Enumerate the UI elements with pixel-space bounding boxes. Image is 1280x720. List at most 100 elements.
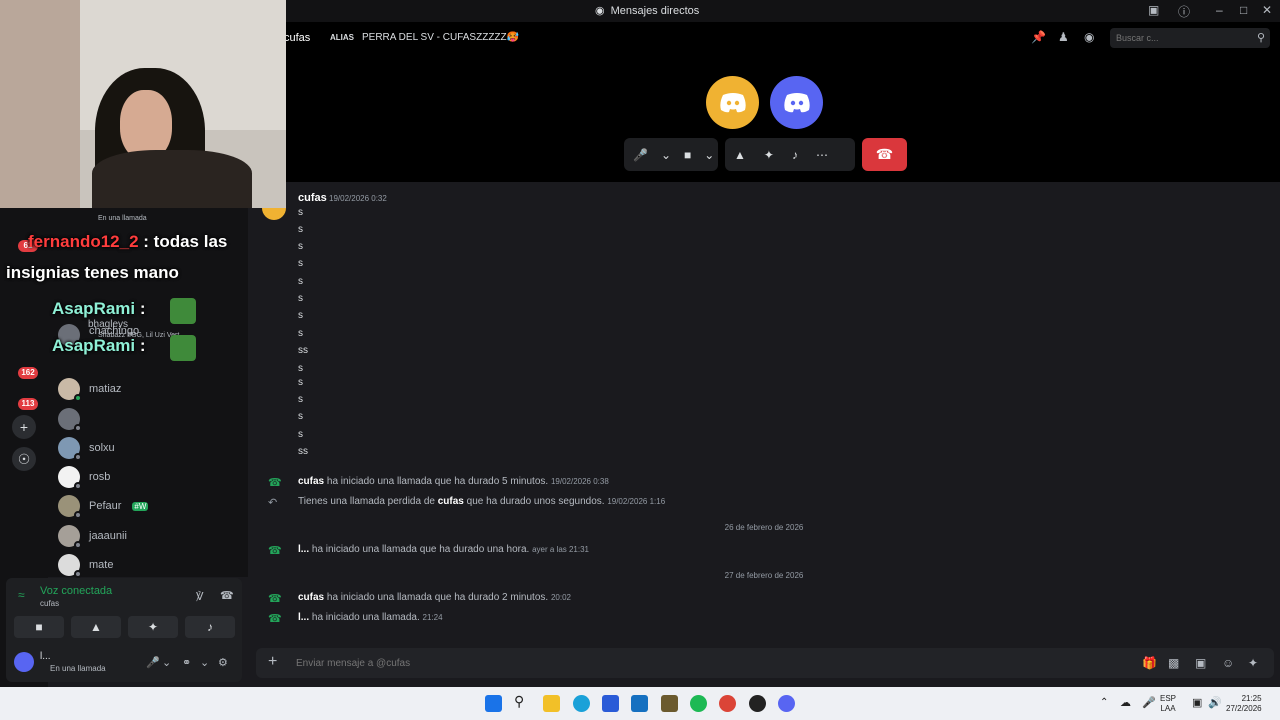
noise-icon[interactable]: ℣: [196, 590, 204, 603]
activities-icon[interactable]: ✦: [755, 148, 783, 162]
settings-gear-icon[interactable]: ⚙: [218, 656, 228, 669]
inbox-icon[interactable]: ▣: [1148, 3, 1159, 17]
camera-off-button[interactable]: ■: [14, 616, 64, 638]
gift-icon[interactable]: 🎁: [1142, 656, 1157, 670]
call-participant-avatar[interactable]: [770, 76, 823, 129]
chat-message-continued: insignias tenes mano: [6, 263, 179, 282]
call-event: cufas ha iniciado una llamada que ha dur…: [298, 592, 571, 603]
search-icon: ⚲: [1256, 32, 1265, 44]
store-icon[interactable]: [602, 695, 619, 712]
call-event: l... ha iniciado una llamada. 21:24: [298, 612, 443, 623]
dm-name: Pefaur: [89, 500, 122, 512]
file-explorer-icon[interactable]: [543, 695, 560, 712]
display-icon[interactable]: ▣: [1192, 696, 1202, 709]
headphones-icon[interactable]: ⚭: [182, 656, 191, 669]
user-avatar[interactable]: [14, 652, 34, 672]
av-controls: 🎤 ⌄ ■ ⌄: [624, 138, 718, 171]
call-icon: ☎: [268, 613, 282, 625]
chevron-up-icon[interactable]: ⌃: [1100, 697, 1108, 708]
chrome-icon[interactable]: [719, 695, 736, 712]
message-line: s: [298, 411, 303, 422]
apps-icon[interactable]: ✦: [1248, 656, 1258, 670]
voice-panel: ≈ Voz conectada cufas ℣ ☎ ■ ▲ ✦ ♪ l... E…: [6, 578, 242, 682]
chevron-down-icon[interactable]: ⌄: [162, 656, 171, 669]
dm-item[interactable]: rosb: [58, 464, 238, 490]
discover-icon[interactable]: ☉: [12, 447, 36, 471]
microphone-icon[interactable]: 🎤: [146, 656, 160, 669]
room-wall: [0, 0, 80, 208]
dm-item[interactable]: Pefaur #W: [58, 493, 238, 519]
pin-icon[interactable]: 📌: [1031, 30, 1046, 44]
dm-item[interactable]: mate: [58, 552, 238, 578]
hang-up-button[interactable]: ☎: [862, 138, 907, 171]
more-icon[interactable]: ⋯: [807, 148, 837, 162]
outlook-icon[interactable]: [631, 695, 648, 712]
microphone-icon[interactable]: 🎤: [624, 148, 657, 162]
stream-chat-overlay: fernando12_2 : todas las insignias tenes…: [0, 205, 280, 365]
add-attachment-icon[interactable]: +: [268, 653, 277, 671]
call-participant-avatar[interactable]: [706, 76, 759, 129]
user-name: l...: [40, 651, 51, 662]
avatar: [58, 466, 82, 490]
chevron-down-icon[interactable]: ⌄: [657, 148, 675, 162]
minimize-button[interactable]: –: [1216, 3, 1223, 17]
profile-icon[interactable]: ◉: [1084, 30, 1094, 44]
dm-name: solxu: [89, 442, 115, 454]
dm-item[interactable]: [58, 406, 238, 432]
camera-off-icon[interactable]: ■: [675, 148, 700, 162]
edge-icon[interactable]: [573, 695, 590, 712]
message-line: s: [298, 394, 303, 405]
search-input[interactable]: [1110, 28, 1240, 48]
game-app-icon[interactable]: [661, 695, 678, 712]
chat-message: AsapRami :: [52, 299, 146, 318]
disconnect-icon[interactable]: ☎: [220, 589, 234, 602]
date-divider: 26 de febrero de 2026: [724, 523, 804, 532]
dm-header-name: cufas: [284, 32, 311, 44]
message-input[interactable]: [296, 653, 996, 673]
language-indicator[interactable]: ESP LAA: [1160, 694, 1176, 714]
emoji-icon[interactable]: ☺: [1222, 656, 1234, 670]
call-actions: ▲ ✦ ♪ ⋯: [725, 138, 855, 171]
gif-icon[interactable]: ▩: [1168, 656, 1179, 670]
message-line: s: [298, 377, 303, 388]
webcam-overlay: [0, 0, 286, 208]
activities-button[interactable]: ✦: [128, 616, 178, 638]
dm-item[interactable]: matiaz: [58, 376, 238, 402]
spotify-icon[interactable]: [690, 695, 707, 712]
dm-item[interactable]: solxu: [58, 435, 238, 461]
sticker-icon[interactable]: ▣: [1195, 656, 1206, 670]
close-button[interactable]: ✕: [1262, 3, 1272, 17]
chevron-down-icon[interactable]: ⌄: [200, 656, 209, 669]
dm-name: matiaz: [89, 383, 122, 395]
soundboard-icon[interactable]: ♪: [783, 148, 807, 162]
message-line: ss: [298, 345, 308, 356]
window-title: ◉ Mensajes directos: [595, 4, 699, 18]
message-author[interactable]: cufas: [298, 192, 327, 204]
message-line: s: [298, 276, 303, 287]
microphone-icon[interactable]: 🎤: [1142, 696, 1156, 709]
cloud-icon[interactable]: ☁: [1120, 696, 1131, 709]
help-icon[interactable]: ⓘ: [1178, 3, 1190, 20]
search-icon[interactable]: ⚲: [514, 693, 531, 710]
start-icon[interactable]: [485, 695, 502, 712]
add-friend-icon[interactable]: ♟: [1058, 30, 1069, 44]
obs-icon[interactable]: [749, 695, 766, 712]
dm-name: jaaaunii: [89, 530, 127, 542]
screen-share-button[interactable]: ▲: [71, 616, 121, 638]
add-server-icon[interactable]: +: [12, 415, 36, 439]
clock[interactable]: 21:25 27/2/2026: [1226, 694, 1262, 714]
call-event: l... ha iniciado una llamada que ha dura…: [298, 544, 590, 555]
message-composer: + 🎁 ▩ ▣ ☺ ✦: [256, 648, 1274, 678]
screen-share-icon[interactable]: ▲: [725, 148, 755, 162]
discord-icon[interactable]: [778, 695, 795, 712]
dm-item[interactable]: jaaaunii: [58, 523, 238, 549]
volume-icon[interactable]: 🔊: [1208, 696, 1222, 709]
search-box[interactable]: ⚲: [1110, 28, 1270, 48]
message-timestamp: 19/02/2026 0:32: [329, 194, 387, 203]
voice-channel[interactable]: cufas: [40, 599, 59, 608]
soundboard-button[interactable]: ♪: [185, 616, 235, 638]
chevron-down-icon[interactable]: ⌄: [700, 148, 718, 162]
call-event: Tienes una llamada perdida de cufas que …: [298, 496, 666, 507]
maximize-button[interactable]: □: [1240, 3, 1247, 17]
call-event: cufas ha iniciado una llamada que ha dur…: [298, 476, 609, 487]
